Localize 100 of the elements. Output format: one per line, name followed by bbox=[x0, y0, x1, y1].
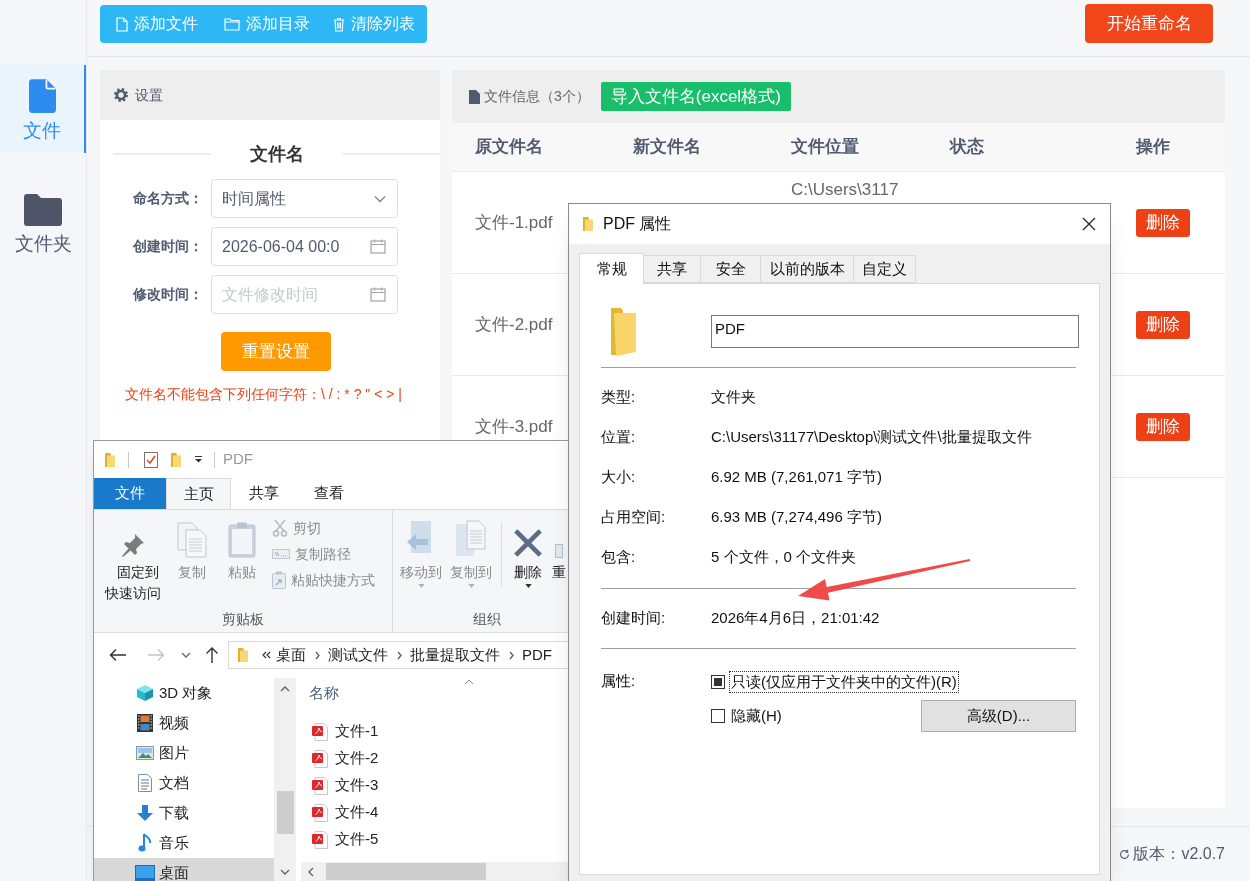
chevron-down-icon[interactable] bbox=[181, 652, 191, 658]
panel-title: 文件信息（3个） bbox=[484, 87, 590, 106]
scissors-icon bbox=[272, 519, 288, 537]
address-bar[interactable]: 桌面 测试文件 批量提取文件 PDF bbox=[228, 641, 570, 669]
chevron-left-icon[interactable] bbox=[308, 866, 314, 877]
sort-caret-icon bbox=[464, 679, 474, 685]
picture-icon bbox=[136, 746, 154, 760]
property-label: 包含: bbox=[601, 546, 637, 567]
pdf-file-icon bbox=[312, 803, 328, 822]
chevron-right-icon[interactable] bbox=[509, 650, 514, 660]
file-item[interactable]: 文件-1 bbox=[309, 718, 383, 745]
column-header: 原文件名 bbox=[475, 136, 543, 159]
breadcrumb[interactable]: 批量提取文件 bbox=[410, 643, 500, 667]
nav-item[interactable]: 音乐 bbox=[94, 828, 274, 858]
delete-button[interactable]: 删除 bbox=[1136, 310, 1190, 339]
tab[interactable]: 安全 bbox=[701, 255, 761, 283]
start-rename-button[interactable]: 开始重命名 bbox=[1085, 4, 1213, 43]
file-icon bbox=[115, 16, 128, 32]
nav-item[interactable]: 图片 bbox=[94, 738, 274, 768]
nav-item[interactable]: 3D 对象 bbox=[94, 678, 274, 708]
delete-button[interactable]: 删除 bbox=[1136, 208, 1190, 237]
settings-icon bbox=[113, 87, 129, 103]
refresh-icon[interactable] bbox=[1119, 848, 1131, 860]
advanced-button[interactable]: 高级(D)... bbox=[921, 700, 1076, 732]
chevron-up-icon[interactable] bbox=[280, 686, 290, 692]
property-value: C:\Users\31177\Desktop\测试文件\批量提取文件 bbox=[711, 426, 1032, 447]
trash-icon bbox=[333, 16, 345, 32]
x-mark-icon bbox=[513, 528, 543, 558]
group-label: 剪贴板 bbox=[222, 610, 264, 629]
breadcrumb[interactable]: 桌面 bbox=[276, 643, 306, 667]
double-chevron-icon[interactable] bbox=[261, 651, 271, 659]
checkbox[interactable] bbox=[711, 709, 725, 723]
breadcrumb[interactable]: PDF bbox=[522, 643, 552, 667]
scrollbar-thumb[interactable] bbox=[276, 791, 294, 834]
chevron-down-icon[interactable] bbox=[280, 869, 290, 875]
tab[interactable]: 共享 bbox=[644, 255, 701, 283]
tab[interactable]: 以前的版本 bbox=[761, 255, 854, 283]
nav-item[interactable]: 下载 bbox=[94, 798, 274, 828]
file-item[interactable]: 文件-3 bbox=[309, 772, 383, 799]
folder-icon bbox=[609, 307, 637, 357]
chevron-right-icon[interactable] bbox=[397, 650, 402, 660]
sidebar-item[interactable]: 文件夹 bbox=[0, 179, 86, 267]
column-header: 新文件名 bbox=[633, 136, 701, 159]
select-field[interactable]: 时间属性 bbox=[211, 179, 398, 218]
ribbon-tab[interactable]: 主页 bbox=[166, 478, 231, 509]
ribbon-button[interactable]: 重 bbox=[551, 520, 567, 583]
table-cell-text: 文件-3.pdf bbox=[475, 415, 553, 438]
property-label: 创建时间: bbox=[601, 607, 667, 628]
tab[interactable]: 自定义 bbox=[854, 255, 916, 283]
tab[interactable]: 常规 bbox=[579, 253, 644, 284]
calendar-icon bbox=[370, 239, 386, 254]
name-field[interactable]: PDF bbox=[711, 315, 1079, 348]
file-item[interactable]: 文件-4 bbox=[309, 799, 383, 826]
folder-icon bbox=[24, 193, 62, 226]
file-item[interactable]: 文件-5 bbox=[309, 826, 383, 853]
checkbox[interactable] bbox=[711, 675, 725, 689]
delete-button[interactable]: 删除 bbox=[1136, 412, 1190, 441]
section-title: 文件名 bbox=[249, 143, 304, 166]
film-icon bbox=[136, 714, 154, 732]
checkbox-label[interactable]: 隐藏(H) bbox=[729, 705, 784, 727]
download-icon bbox=[136, 804, 154, 822]
column-header[interactable]: 名称 bbox=[309, 684, 339, 702]
window-title: PDF 属性 bbox=[603, 214, 672, 234]
ribbon-tab[interactable]: 共享 bbox=[231, 478, 296, 509]
folder-icon bbox=[224, 17, 240, 31]
column-header: 文件位置 bbox=[791, 136, 859, 159]
chevron-down-icon bbox=[374, 194, 386, 203]
field-label: 创建时间： bbox=[132, 237, 203, 256]
nav-item[interactable]: 桌面 bbox=[94, 858, 274, 881]
checklist-icon[interactable] bbox=[144, 451, 158, 468]
nav-item[interactable]: 视频 bbox=[94, 708, 274, 738]
file-item[interactable]: 文件-2 bbox=[309, 745, 383, 772]
scrollbar[interactable] bbox=[274, 678, 296, 881]
property-label: 属性: bbox=[601, 671, 637, 691]
ribbon-button[interactable]: 删除 bbox=[510, 520, 546, 588]
close-icon[interactable] bbox=[1082, 217, 1096, 231]
up-arrow-icon[interactable] bbox=[205, 646, 219, 664]
ribbon-tab[interactable]: 文件 bbox=[94, 478, 166, 509]
scrollbar[interactable] bbox=[301, 862, 570, 881]
back-arrow-icon[interactable] bbox=[109, 648, 127, 662]
property-label: 大小: bbox=[601, 466, 637, 487]
checkbox-label[interactable]: 只读(仅应用于文件夹中的文件)(R) bbox=[729, 671, 959, 693]
table-cell-text: 文件-1.pdf bbox=[475, 211, 553, 234]
table-cell-text: C:\Users\3117 bbox=[791, 179, 899, 201]
clipboard-icon bbox=[228, 522, 256, 558]
property-value: 文件夹 bbox=[711, 386, 756, 407]
window-title: PDF bbox=[223, 449, 253, 470]
property-value: 6.93 MB (7,274,496 字节) bbox=[711, 506, 882, 527]
breadcrumb[interactable]: 测试文件 bbox=[328, 643, 388, 667]
date-field[interactable]: 2026-06-04 00:0 bbox=[211, 227, 398, 266]
caret-icon[interactable] bbox=[194, 456, 203, 463]
pdf-file-icon bbox=[312, 722, 328, 741]
nav-item[interactable]: 文档 bbox=[94, 768, 274, 798]
ribbon-tab[interactable]: 查看 bbox=[296, 478, 361, 509]
scrollbar-thumb[interactable] bbox=[326, 863, 486, 880]
chevron-right-icon[interactable] bbox=[315, 650, 320, 660]
property-value: 6.92 MB (7,261,071 字节) bbox=[711, 466, 882, 487]
pdf-file-icon bbox=[312, 776, 328, 795]
ribbon-button[interactable]: 固定到快速访问 bbox=[101, 520, 165, 604]
property-label: 占用空间: bbox=[601, 506, 667, 527]
